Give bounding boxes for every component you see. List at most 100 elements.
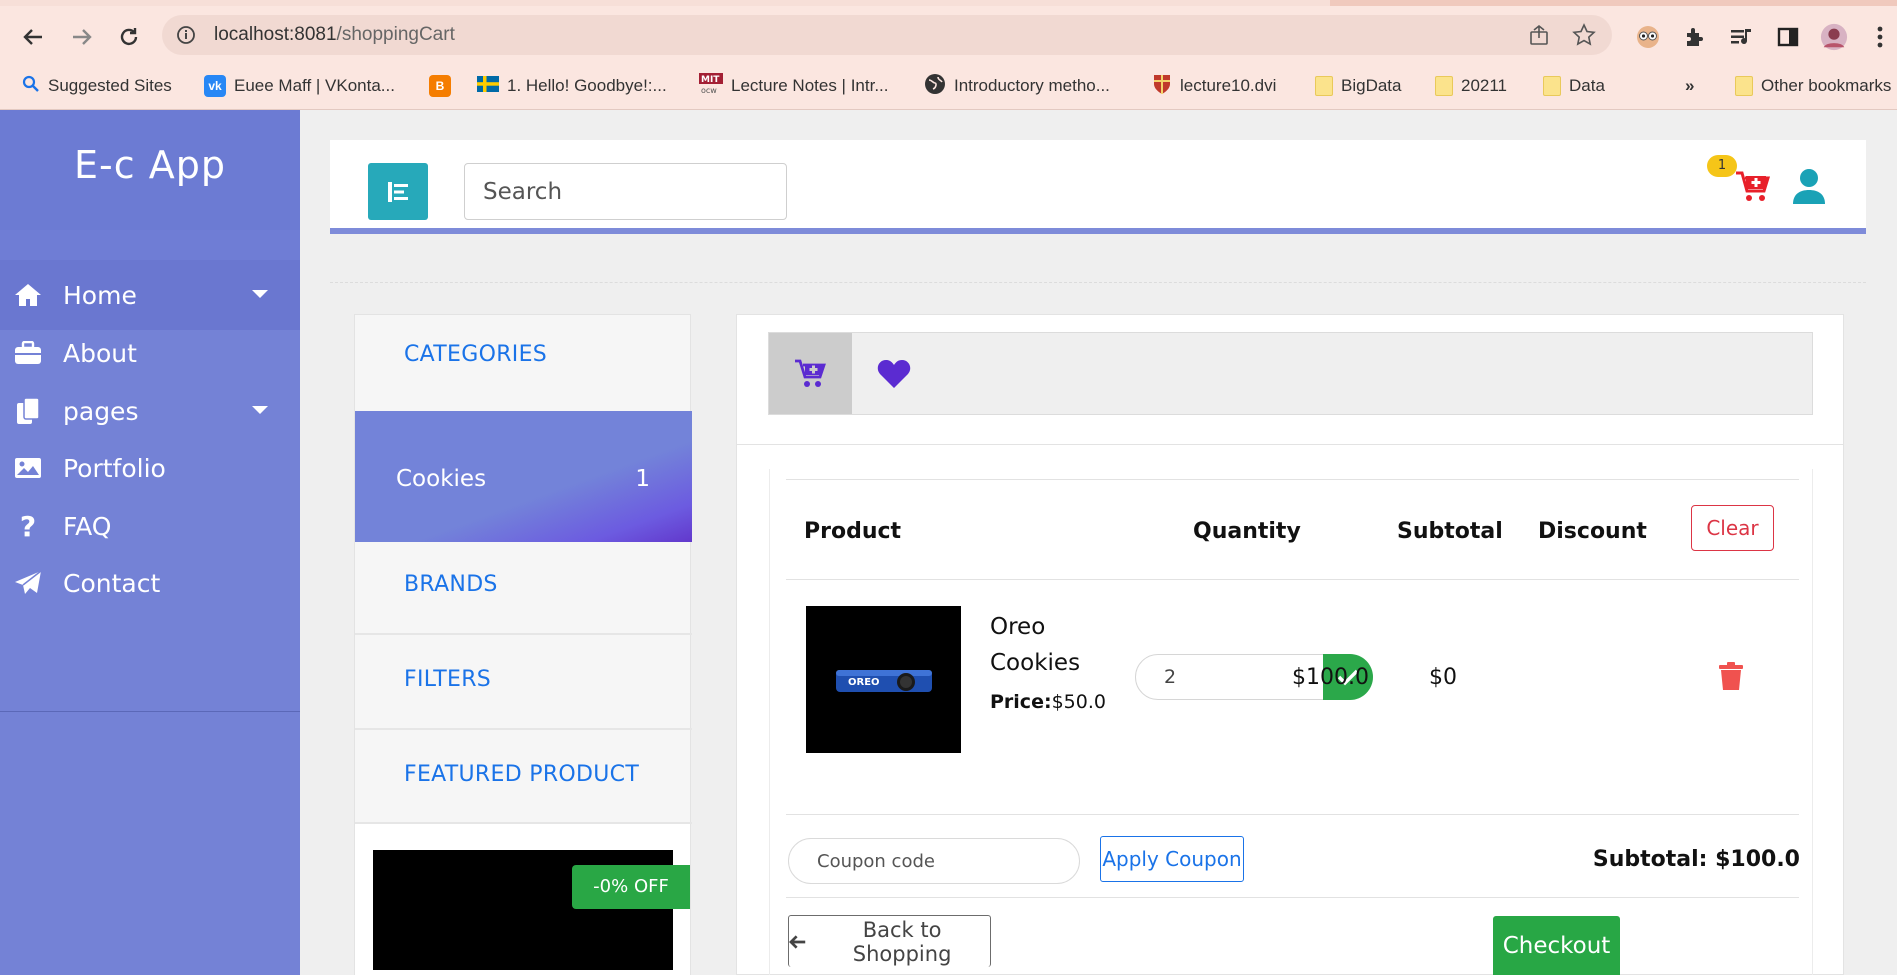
product-image[interactable]: OREO: [806, 606, 961, 753]
bookmark-blogger[interactable]: B: [429, 70, 451, 102]
price-value: $50.0: [1051, 691, 1106, 713]
bookmark-folder-data[interactable]: Data: [1543, 70, 1605, 102]
url-text: localhost:8081/shoppingCart: [214, 24, 455, 45]
media-queue-icon[interactable]: [1727, 23, 1755, 51]
back-label: Back to Shopping: [852, 917, 952, 966]
forward-arrow-icon[interactable]: [65, 20, 99, 54]
tabs-divider: [737, 444, 1843, 445]
price-label: Price:: [990, 691, 1052, 713]
cart-plus-icon[interactable]: [1733, 167, 1773, 207]
home-icon: [13, 282, 43, 308]
page: E-c App Home About pages Portfolio ? FAQ…: [0, 110, 1897, 975]
header-discount: Discount: [1538, 519, 1647, 544]
category-count: 1: [635, 466, 650, 492]
briefcase-icon: [13, 341, 43, 365]
bookmark-other-bookmarks[interactable]: Other bookmarks: [1735, 70, 1891, 102]
item-subtotal: $100.0: [1292, 665, 1369, 690]
top-header: 1: [330, 140, 1866, 234]
bookmark-suggested-sites[interactable]: Suggested Sites: [22, 70, 172, 102]
arrow-left-icon: [789, 934, 806, 949]
address-bar[interactable]: localhost:8081/shoppingCart: [162, 15, 1612, 55]
filter-panel: CATEGORIES Cookies 1 BRANDS FILTERS FEAT…: [354, 314, 692, 975]
site-info-icon[interactable]: [176, 25, 196, 50]
vk-icon: vk: [204, 75, 226, 97]
category-item-cookies[interactable]: Cookies 1: [355, 411, 692, 542]
filters-link[interactable]: FILTERS: [404, 667, 491, 692]
globe-icon: [924, 73, 946, 100]
svg-text:ocw: ocw: [701, 86, 717, 95]
bookmark-lecture10[interactable]: lecture10.dvi: [1152, 70, 1276, 102]
cart-card: Product Quantity Subtotal Discount Clear…: [736, 314, 1844, 975]
bookmark-introductory-methods[interactable]: Introductory metho...: [924, 70, 1110, 102]
blogger-icon: B: [429, 75, 451, 97]
chrome-menu-icon[interactable]: [1866, 23, 1894, 51]
apply-coupon-button[interactable]: Apply Coupon: [1100, 836, 1244, 882]
paper-plane-icon: [13, 570, 43, 596]
sweden-flag-icon: [477, 75, 499, 97]
heart-icon: [877, 359, 910, 388]
reload-icon[interactable]: [112, 20, 146, 54]
oreo-package-image: OREO: [835, 669, 932, 692]
bookmark-lecture-notes[interactable]: MIT ocw Lecture Notes | Intr...: [699, 70, 889, 102]
sidebar-item-label: pages: [63, 396, 139, 426]
bookmarks-overflow-button[interactable]: »: [1685, 70, 1694, 102]
sidebar-item-contact[interactable]: Contact: [0, 548, 300, 618]
overflow-chevron-icon: »: [1685, 76, 1695, 95]
checkout-button[interactable]: Checkout: [1493, 916, 1620, 975]
tab-cart[interactable]: [769, 333, 852, 414]
image-icon: [13, 457, 43, 479]
user-icon[interactable]: [1792, 168, 1830, 206]
folder-icon: [1735, 76, 1753, 96]
sidebar-item-label: Home: [63, 280, 137, 310]
bookmark-label: Lecture Notes | Intr...: [731, 76, 889, 95]
profile-avatar[interactable]: [1820, 23, 1848, 51]
featured-product-link[interactable]: FEATURED PRODUCT: [404, 762, 639, 787]
bookmark-label: BigData: [1341, 76, 1402, 95]
sidebar-item-label: About: [63, 338, 137, 368]
cart-plus-icon: [794, 359, 826, 387]
header-divider: [330, 282, 1866, 283]
bookmark-label: lecture10.dvi: [1180, 76, 1277, 95]
menu-toggle-button[interactable]: [368, 163, 428, 220]
product-name[interactable]: Oreo Cookies: [990, 609, 1110, 681]
align-left-icon: [388, 181, 408, 202]
cambridge-shield-icon: [1152, 73, 1172, 100]
bookmark-label: Euee Maff | VKonta...: [234, 76, 395, 95]
back-to-shopping-button[interactable]: Back to Shopping: [788, 915, 991, 967]
clear-cart-button[interactable]: Clear: [1691, 505, 1774, 551]
back-arrow-icon[interactable]: [16, 20, 50, 54]
side-panel-icon[interactable]: [1774, 23, 1802, 51]
question-icon: ?: [19, 509, 37, 543]
extensions-puzzle-icon[interactable]: [1681, 23, 1709, 51]
header-product: Product: [804, 519, 902, 544]
header-subtotal: Subtotal: [1397, 519, 1503, 544]
search-input[interactable]: [464, 163, 787, 220]
trash-icon[interactable]: [1718, 661, 1744, 691]
bookmarks-bar: Suggested Sites vk Euee Maff | VKonta...…: [0, 62, 1897, 110]
panel-divider: [355, 728, 692, 730]
product-price: Price:$50.0: [990, 691, 1106, 713]
brands-link[interactable]: BRANDS: [404, 572, 498, 597]
app-brand[interactable]: E-c App: [0, 110, 300, 230]
extension-owl-icon[interactable]: [1634, 23, 1662, 51]
bookmark-hello-goodbye[interactable]: 1. Hello! Goodbye!:...: [477, 70, 667, 102]
folder-icon: [1315, 76, 1333, 96]
browser-toolbar: localhost:8081/shoppingCart: [0, 6, 1897, 62]
bookmark-star-icon[interactable]: [1572, 23, 1596, 52]
coupon-code-input[interactable]: [788, 838, 1080, 884]
table-row-border: [786, 814, 1799, 815]
bookmark-vkontakte[interactable]: vk Euee Maff | VKonta...: [204, 70, 395, 102]
bookmark-label: 20211: [1461, 76, 1508, 95]
sidebar-divider: [0, 711, 300, 712]
chevron-down-icon: [252, 406, 268, 414]
brand-spacer: [0, 230, 300, 260]
bookmark-label: Data: [1569, 76, 1605, 95]
categories-link[interactable]: CATEGORIES: [404, 342, 547, 367]
bookmark-folder-20211[interactable]: 20211: [1435, 70, 1507, 102]
folder-icon: [1543, 76, 1561, 96]
chevron-down-icon: [252, 290, 268, 298]
bookmark-folder-bigdata[interactable]: BigData: [1315, 70, 1401, 102]
tab-wishlist[interactable]: [852, 333, 935, 414]
share-icon[interactable]: [1528, 24, 1550, 51]
svg-text:OREO: OREO: [848, 677, 880, 688]
